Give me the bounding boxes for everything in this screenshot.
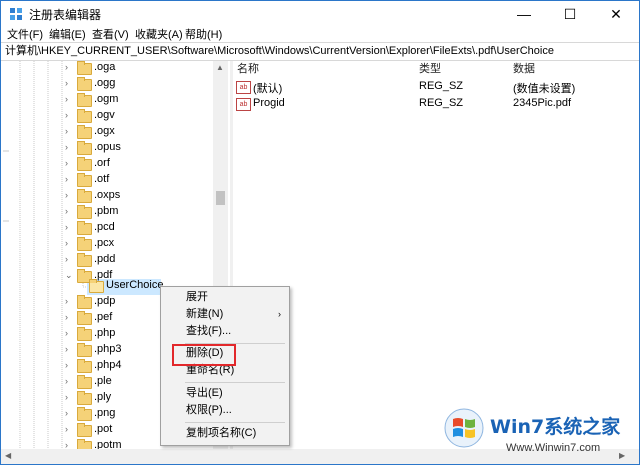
expand-arrow-icon[interactable]: ›: [65, 360, 68, 370]
watermark-url: Www.Winwin7.com: [506, 442, 601, 454]
windows-logo-icon: [444, 408, 484, 448]
expand-arrow-icon[interactable]: ›: [65, 110, 68, 120]
scrollbar-thumb[interactable]: [216, 191, 225, 205]
folder-icon: [77, 93, 92, 107]
folder-icon: [77, 189, 92, 203]
menu-bar: 文件(F) 编辑(E) 查看(V) 收藏夹(A) 帮助(H): [1, 25, 639, 43]
menu-item-permissions[interactable]: 权限(P)...: [186, 402, 232, 419]
column-header-type[interactable]: 类型: [419, 61, 441, 79]
menu-item-copy-key-name[interactable]: 复制项名称(C): [186, 425, 256, 442]
registry-editor-window: 注册表编辑器 — ☐ ✕ 文件(F) 编辑(E) 查看(V) 收藏夹(A) 帮助…: [0, 0, 640, 465]
expand-arrow-icon[interactable]: ›: [65, 296, 68, 306]
expand-arrow-icon[interactable]: ›: [65, 190, 68, 200]
collapse-arrow-icon[interactable]: ⌄: [65, 270, 73, 281]
expand-arrow-icon[interactable]: ›: [65, 408, 68, 418]
menu-edit[interactable]: 编辑(E): [49, 26, 86, 42]
values-pane: 名称 类型 数据 ab (默认) REG_SZ (数值未设置) ab Progi…: [233, 61, 639, 449]
expand-arrow-icon[interactable]: ›: [65, 62, 68, 72]
menu-favorites[interactable]: 收藏夹(A): [135, 26, 183, 42]
folder-icon: [77, 221, 92, 235]
expand-arrow-icon[interactable]: ›: [65, 312, 68, 322]
expand-arrow-icon[interactable]: ›: [65, 376, 68, 386]
expand-arrow-icon[interactable]: ›: [65, 344, 68, 354]
context-menu: 展开 新建(N) › 查找(F)... 删除(D) 重命名(R) 导出(E) 权…: [160, 286, 290, 446]
menu-item-expand[interactable]: 展开: [186, 289, 208, 306]
value-data: (数值未设置): [513, 83, 576, 95]
menu-help[interactable]: 帮助(H): [185, 26, 222, 42]
value-name: Progid: [253, 97, 285, 109]
expand-arrow-icon[interactable]: ›: [65, 222, 68, 232]
scroll-up-icon[interactable]: ▲: [216, 63, 224, 72]
menu-item-find[interactable]: 查找(F)...: [186, 323, 231, 340]
watermark: Win7系统之家 Www.Winwin7.com: [442, 404, 638, 460]
expand-arrow-icon[interactable]: ›: [65, 392, 68, 402]
menu-file[interactable]: 文件(F): [7, 26, 43, 42]
expand-arrow-icon[interactable]: ›: [65, 158, 68, 168]
expand-arrow-icon[interactable]: ›: [65, 424, 68, 434]
address-bar[interactable]: 计算机\HKEY_CURRENT_USER\Software\Microsoft…: [1, 42, 639, 61]
value-row[interactable]: ab (默认) REG_SZ (数值未设置): [233, 79, 633, 96]
folder-icon: [77, 359, 92, 373]
folder-icon: [77, 439, 92, 449]
folder-icon: [77, 311, 92, 325]
folder-open-icon: [89, 279, 104, 293]
folder-icon: [77, 423, 92, 437]
expand-arrow-icon[interactable]: ›: [65, 238, 68, 248]
value-name: (默认): [253, 83, 283, 95]
value-type: REG_SZ: [419, 80, 464, 92]
expand-arrow-icon[interactable]: ›: [65, 440, 68, 449]
menu-item-new[interactable]: 新建(N): [186, 306, 223, 323]
folder-icon: [77, 157, 92, 171]
maximize-button[interactable]: ☐: [547, 1, 593, 27]
folder-icon: [77, 61, 92, 75]
folder-icon: [77, 205, 92, 219]
menu-view[interactable]: 查看(V): [92, 26, 129, 42]
expand-arrow-icon[interactable]: ›: [65, 126, 68, 136]
expand-arrow-icon[interactable]: ›: [65, 174, 68, 184]
folder-icon: [77, 77, 92, 91]
folder-icon: [77, 253, 92, 267]
value-data: 2345Pic.pdf: [513, 97, 572, 109]
expand-arrow-icon[interactable]: ›: [65, 254, 68, 264]
window-title: 注册表编辑器: [29, 8, 102, 22]
menu-separator: [185, 422, 285, 423]
value-row[interactable]: ab Progid REG_SZ 2345Pic.pdf: [233, 96, 633, 113]
folder-icon: [77, 375, 92, 389]
folder-icon: [77, 141, 92, 155]
expand-arrow-icon[interactable]: ›: [65, 142, 68, 152]
menu-item-export[interactable]: 导出(E): [186, 385, 223, 402]
column-header-name[interactable]: 名称: [237, 61, 259, 79]
watermark-brand: Win7系统之家: [490, 416, 621, 438]
folder-icon: [77, 407, 92, 421]
registry-editor-icon: [10, 8, 22, 20]
value-type: REG_SZ: [419, 97, 464, 109]
string-value-icon: ab: [236, 98, 251, 111]
expand-arrow-icon[interactable]: ›: [65, 328, 68, 338]
submenu-arrow-icon: ›: [278, 309, 281, 319]
close-button[interactable]: ✕: [593, 1, 639, 27]
expand-arrow-icon[interactable]: ›: [65, 94, 68, 104]
folder-icon: [77, 343, 92, 357]
folder-icon: [77, 327, 92, 341]
menu-separator: [185, 382, 285, 383]
folder-icon: [77, 173, 92, 187]
folder-icon: [77, 237, 92, 251]
delete-highlight-box: [172, 344, 236, 366]
folder-icon: [77, 391, 92, 405]
expand-arrow-icon[interactable]: ›: [65, 206, 68, 216]
minimize-button[interactable]: —: [501, 1, 547, 27]
scroll-left-icon[interactable]: ◀: [5, 451, 11, 460]
column-header-data[interactable]: 数据: [513, 61, 535, 79]
title-bar: 注册表编辑器 — ☐ ✕: [1, 1, 639, 27]
folder-icon: [77, 295, 92, 309]
folder-icon: [77, 109, 92, 123]
expand-arrow-icon[interactable]: ›: [65, 78, 68, 88]
string-value-icon: ab: [236, 81, 251, 94]
folder-icon: [77, 125, 92, 139]
